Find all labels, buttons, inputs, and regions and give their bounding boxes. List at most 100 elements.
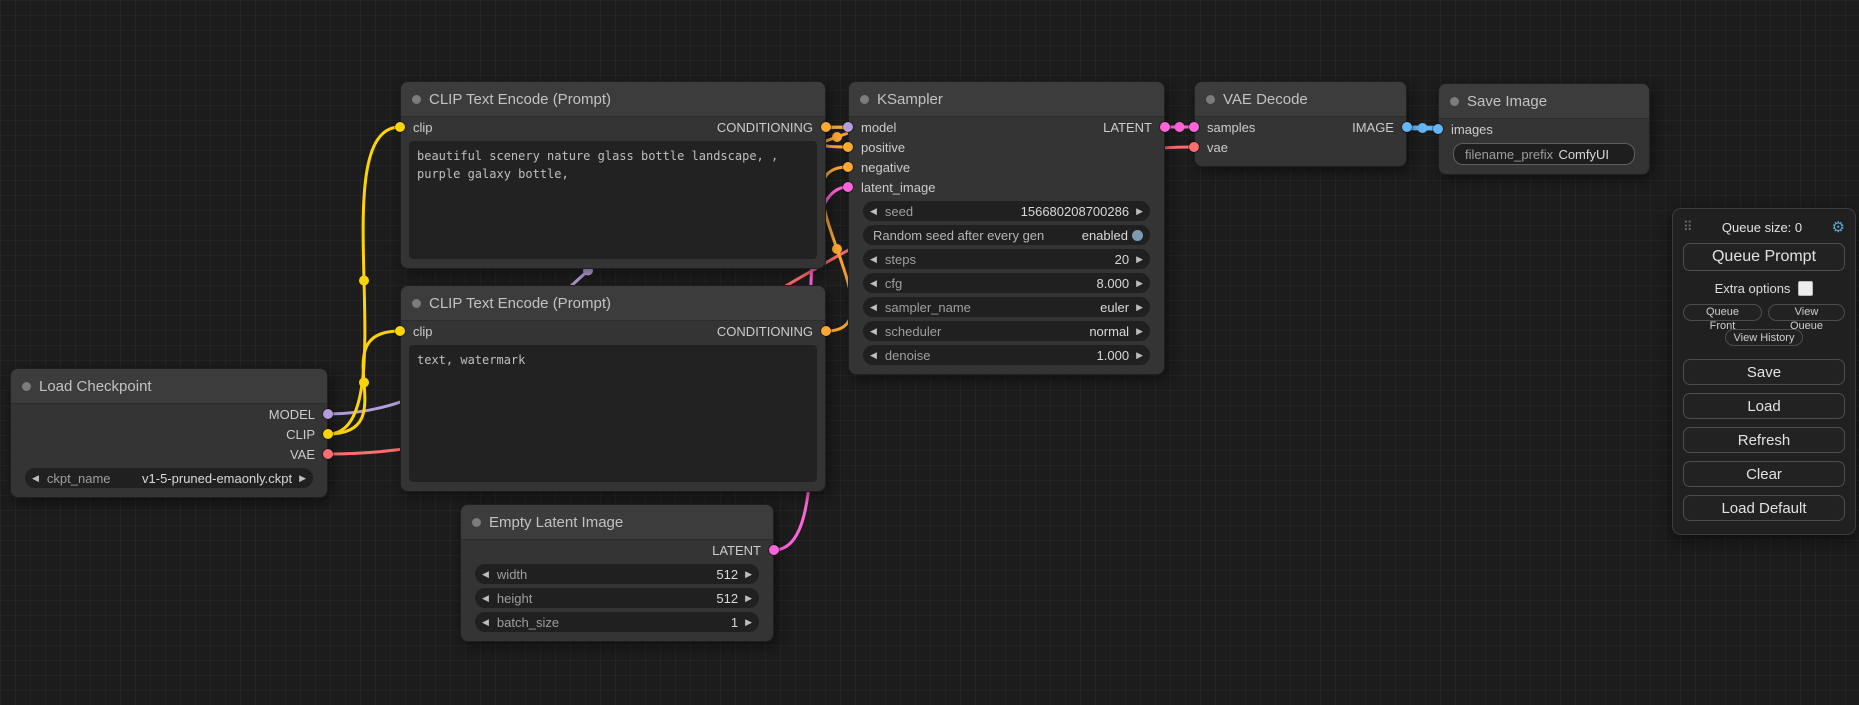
output-port-vae[interactable] xyxy=(323,449,333,459)
collapse-dot-icon[interactable] xyxy=(1206,95,1215,104)
arrow-right-icon[interactable]: ▶ xyxy=(745,618,752,627)
arrow-right-icon[interactable]: ▶ xyxy=(1136,327,1143,336)
collapse-dot-icon[interactable] xyxy=(412,299,421,308)
link-midpoint-dot[interactable] xyxy=(359,276,369,286)
input-port-negative[interactable] xyxy=(843,162,853,172)
arrow-right-icon[interactable]: ▶ xyxy=(299,474,306,483)
widget-steps[interactable]: ◀ steps 20 ▶ xyxy=(863,249,1150,269)
input-port-vae[interactable] xyxy=(1189,142,1199,152)
node-clip-text-encode-positive[interactable]: CLIP Text Encode (Prompt) clip CONDITION… xyxy=(400,81,826,269)
link-wire[interactable] xyxy=(328,127,400,434)
arrow-left-icon[interactable]: ◀ xyxy=(870,207,877,216)
slot-label: LATENT xyxy=(712,543,761,558)
queue-prompt-button[interactable]: Queue Prompt xyxy=(1683,243,1845,271)
node-clip-text-encode-negative[interactable]: CLIP Text Encode (Prompt) clip CONDITION… xyxy=(400,285,826,492)
node-title-bar[interactable]: Empty Latent Image xyxy=(461,505,773,540)
node-ksampler[interactable]: KSampler model LATENT positive negative … xyxy=(848,81,1165,375)
widget-ckpt-name[interactable]: ◀ ckpt_name v1-5-pruned-emaonly.ckpt ▶ xyxy=(25,468,313,488)
arrow-left-icon[interactable]: ◀ xyxy=(870,351,877,360)
collapse-dot-icon[interactable] xyxy=(412,95,421,104)
collapse-dot-icon[interactable] xyxy=(1450,97,1459,106)
arrow-left-icon[interactable]: ◀ xyxy=(482,618,489,627)
output-port-conditioning[interactable] xyxy=(821,122,831,132)
node-canvas[interactable]: Load Checkpoint MODEL CLIP VAE ◀ ckpt_na… xyxy=(0,0,1859,705)
collapse-dot-icon[interactable] xyxy=(860,95,869,104)
output-port-conditioning[interactable] xyxy=(821,326,831,336)
node-title-bar[interactable]: Load Checkpoint xyxy=(11,369,327,404)
arrow-left-icon[interactable]: ◀ xyxy=(482,594,489,603)
widget-height[interactable]: ◀ height 512 ▶ xyxy=(475,588,759,608)
node-vae-decode[interactable]: VAE Decode samples IMAGE vae xyxy=(1194,81,1407,167)
input-port-positive[interactable] xyxy=(843,142,853,152)
arrow-right-icon[interactable]: ▶ xyxy=(1136,303,1143,312)
node-title-bar[interactable]: VAE Decode xyxy=(1195,82,1406,117)
prompt-textarea[interactable]: beautiful scenery nature glass bottle la… xyxy=(409,141,817,259)
link-midpoint-dot[interactable] xyxy=(1175,122,1185,132)
input-slot-images: images xyxy=(1439,119,1649,139)
random-seed-toggle[interactable] xyxy=(1132,230,1143,241)
widget-scheduler[interactable]: ◀ scheduler normal ▶ xyxy=(863,321,1150,341)
load-button[interactable]: Load xyxy=(1683,393,1845,419)
collapse-dot-icon[interactable] xyxy=(472,518,481,527)
node-empty-latent-image[interactable]: Empty Latent Image LATENT ◀ width 512 ▶ … xyxy=(460,504,774,642)
arrow-left-icon[interactable]: ◀ xyxy=(870,279,877,288)
widget-sampler-name[interactable]: ◀ sampler_name euler ▶ xyxy=(863,297,1150,317)
input-port-images[interactable] xyxy=(1433,124,1443,134)
widget-seed[interactable]: ◀ seed 156680208700286 ▶ xyxy=(863,201,1150,221)
arrow-right-icon[interactable]: ▶ xyxy=(1136,279,1143,288)
arrow-left-icon[interactable]: ◀ xyxy=(482,570,489,579)
clear-button[interactable]: Clear xyxy=(1683,461,1845,487)
output-port-latent[interactable] xyxy=(769,545,779,555)
arrow-right-icon[interactable]: ▶ xyxy=(745,570,752,579)
arrow-right-icon[interactable]: ▶ xyxy=(1136,207,1143,216)
widget-random-seed[interactable]: Random seed after every gen enabled xyxy=(863,225,1150,245)
node-title-bar[interactable]: Save Image xyxy=(1439,84,1649,119)
input-port-samples[interactable] xyxy=(1189,122,1199,132)
arrow-left-icon[interactable]: ◀ xyxy=(870,255,877,264)
prompt-textarea[interactable]: text, watermark xyxy=(409,345,817,482)
output-port-clip[interactable] xyxy=(323,429,333,439)
node-title-bar[interactable]: KSampler xyxy=(849,82,1164,117)
node-load-checkpoint[interactable]: Load Checkpoint MODEL CLIP VAE ◀ ckpt_na… xyxy=(10,368,328,498)
widget-label: sampler_name xyxy=(885,300,971,315)
input-port-model[interactable] xyxy=(843,122,853,132)
collapse-dot-icon[interactable] xyxy=(22,382,31,391)
view-queue-button[interactable]: View Queue xyxy=(1768,304,1845,321)
link-wire[interactable] xyxy=(328,331,400,434)
node-title: Empty Latent Image xyxy=(489,514,623,531)
load-default-button[interactable]: Load Default xyxy=(1683,495,1845,521)
arrow-left-icon[interactable]: ◀ xyxy=(870,303,877,312)
node-title-bar[interactable]: CLIP Text Encode (Prompt) xyxy=(401,82,825,117)
widget-denoise[interactable]: ◀ denoise 1.000 ▶ xyxy=(863,345,1150,365)
output-port-model[interactable] xyxy=(323,409,333,419)
arrow-left-icon[interactable]: ◀ xyxy=(870,327,877,336)
widget-batch-size[interactable]: ◀ batch_size 1 ▶ xyxy=(475,612,759,632)
input-port-latent-image[interactable] xyxy=(843,182,853,192)
link-midpoint-dot[interactable] xyxy=(832,244,842,254)
refresh-button[interactable]: Refresh xyxy=(1683,427,1845,453)
view-history-button[interactable]: View History xyxy=(1725,329,1804,346)
arrow-right-icon[interactable]: ▶ xyxy=(1136,255,1143,264)
link-midpoint-dot[interactable] xyxy=(832,132,842,142)
settings-gear-icon[interactable]: ⚙ xyxy=(1832,218,1845,236)
arrow-right-icon[interactable]: ▶ xyxy=(745,594,752,603)
link-midpoint-dot[interactable] xyxy=(1418,123,1428,133)
arrow-right-icon[interactable]: ▶ xyxy=(1136,351,1143,360)
widget-cfg[interactable]: ◀ cfg 8.000 ▶ xyxy=(863,273,1150,293)
node-title-bar[interactable]: CLIP Text Encode (Prompt) xyxy=(401,286,825,321)
node-save-image[interactable]: Save Image images filename_prefix ComfyU… xyxy=(1438,83,1650,175)
link-midpoint-dot[interactable] xyxy=(359,378,369,388)
input-port-clip[interactable] xyxy=(395,122,405,132)
input-port-clip[interactable] xyxy=(395,326,405,336)
save-button[interactable]: Save xyxy=(1683,359,1845,385)
widget-width[interactable]: ◀ width 512 ▶ xyxy=(475,564,759,584)
queue-front-button[interactable]: Queue Front xyxy=(1683,304,1762,321)
output-port-image[interactable] xyxy=(1402,122,1412,132)
extra-options-checkbox[interactable] xyxy=(1798,281,1813,296)
arrow-left-icon[interactable]: ◀ xyxy=(32,474,39,483)
input-slot-positive: positive xyxy=(849,137,1164,157)
output-port-latent[interactable] xyxy=(1160,122,1170,132)
menu-drag-handle-icon[interactable]: ⠿ xyxy=(1683,219,1693,235)
widget-label: height xyxy=(497,591,532,606)
widget-filename-prefix[interactable]: filename_prefix ComfyUI xyxy=(1453,143,1635,165)
